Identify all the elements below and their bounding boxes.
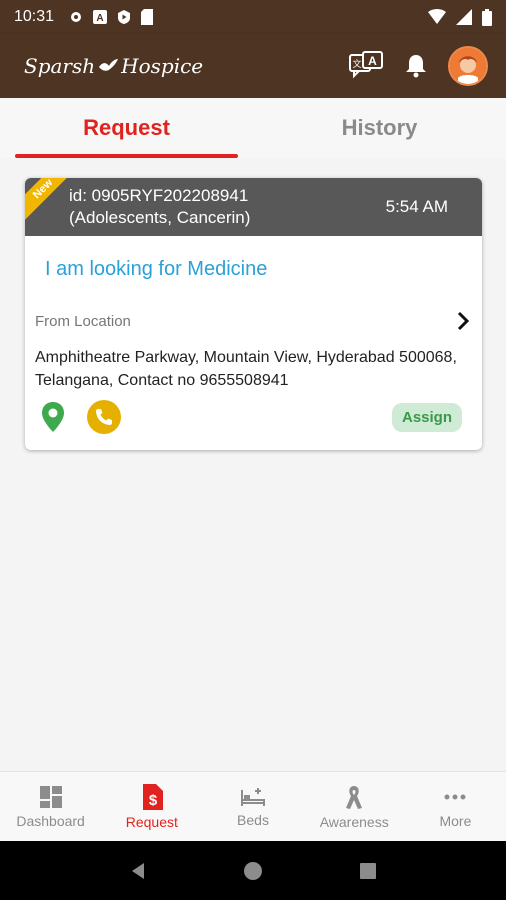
app-logo: Sparsh Hospice	[24, 54, 203, 78]
request-ids: id: 0905RYF202208941 (Adolescents, Cance…	[69, 185, 250, 229]
phone-icon	[96, 409, 112, 425]
location-row[interactable]: From Location	[25, 298, 482, 332]
dashboard-icon	[39, 785, 62, 808]
dove-icon	[99, 59, 119, 71]
status-bar: 10:31 A	[0, 0, 506, 34]
request-time: 5:54 AM	[385, 197, 448, 216]
recents-icon[interactable]	[358, 861, 378, 881]
tab-bar: Request History	[0, 98, 506, 158]
nav-request-label: Request	[125, 813, 178, 830]
bed-icon	[241, 787, 265, 806]
more-icon	[444, 794, 466, 799]
battery-icon	[482, 8, 492, 26]
nav-dashboard-label: Dashboard	[16, 812, 85, 829]
sim-card-icon	[141, 9, 154, 25]
location-address: Amphitheatre Parkway, Mountain View, Hyd…	[35, 349, 457, 389]
request-category: (Adolescents, Cancerin)	[69, 208, 251, 227]
avatar-face-icon	[450, 48, 486, 84]
app-bar: Sparsh Hospice A文	[0, 34, 506, 98]
request-icon: $	[142, 783, 163, 810]
back-icon[interactable]	[128, 861, 148, 881]
nav-more-label: More	[439, 812, 472, 829]
logo-text-right: Hospice	[121, 54, 204, 78]
avatar[interactable]	[448, 46, 488, 86]
status-icons: A	[68, 9, 154, 25]
settings-icon	[71, 12, 82, 22]
a-icon: A	[93, 10, 108, 24]
svg-text:A: A	[96, 13, 103, 24]
logo-text-left: Sparsh	[24, 54, 96, 78]
nav-beds[interactable]: Beds	[202, 772, 303, 841]
ribbon-icon	[346, 785, 363, 809]
request-id: id: 0905RYF202208941	[69, 186, 249, 205]
request-card[interactable]: New id: 0905RYF202208941 (Adolescents, C…	[25, 178, 482, 450]
svg-text:文: 文	[352, 58, 361, 70]
map-pin-icon[interactable]	[41, 401, 65, 433]
assign-button[interactable]: Assign	[391, 402, 462, 432]
home-icon[interactable]	[243, 861, 263, 881]
location-label: From Location	[35, 312, 131, 330]
request-title: I am looking for Medicine	[45, 258, 268, 280]
card-actions: Assign	[25, 392, 482, 434]
chevron-right-icon[interactable]	[456, 310, 470, 332]
nav-beds-label: Beds	[237, 811, 269, 828]
nav-request[interactable]: $ Request	[101, 772, 202, 841]
tab-request[interactable]: Request	[0, 98, 253, 158]
tab-history[interactable]: History	[253, 98, 506, 158]
notification-bell-icon[interactable]	[404, 53, 428, 79]
card-header: New id: 0905RYF202208941 (Adolescents, C…	[25, 178, 482, 236]
nav-awareness-label: Awareness	[319, 813, 389, 830]
wifi-icon	[428, 9, 446, 24]
nav-dashboard[interactable]: Dashboard	[0, 772, 101, 841]
nav-awareness[interactable]: Awareness	[304, 772, 405, 841]
system-nav-bar	[0, 841, 506, 900]
signal-icon	[456, 9, 472, 25]
shield-play-icon	[118, 10, 131, 24]
translate-icon[interactable]: A文	[348, 51, 384, 81]
bottom-nav: Dashboard $ Request Beds Awareness More	[0, 771, 506, 841]
nav-more[interactable]: More	[405, 772, 506, 841]
svg-text:$: $	[149, 792, 158, 809]
svg-text:A: A	[368, 54, 377, 68]
call-button[interactable]	[87, 400, 121, 434]
status-time: 10:31	[14, 8, 55, 25]
